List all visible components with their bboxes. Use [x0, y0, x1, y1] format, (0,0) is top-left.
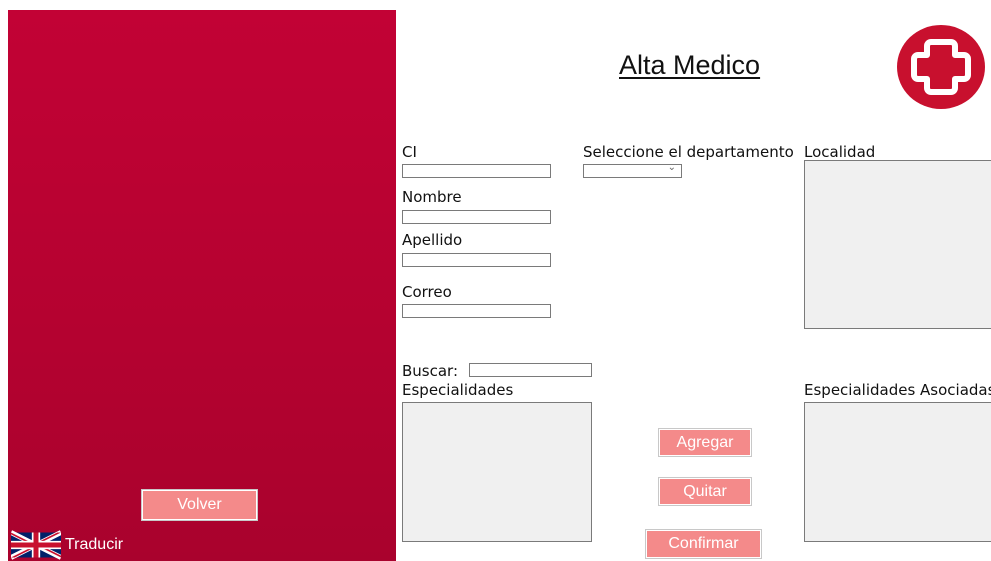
localidad-list[interactable]: [804, 160, 991, 329]
apellido-label: Apellido: [402, 231, 463, 249]
nombre-input[interactable]: [402, 210, 551, 224]
departamento-label: Seleccione el departamento: [583, 143, 794, 161]
ci-input[interactable]: [402, 164, 551, 178]
nombre-label: Nombre: [402, 188, 462, 206]
translate-control[interactable]: [11, 528, 61, 561]
buscar-input[interactable]: [469, 363, 592, 377]
especialidades-list[interactable]: [402, 402, 592, 542]
chevron-down-icon[interactable]: ⌄: [668, 162, 676, 173]
traducir-label[interactable]: Traducir: [65, 536, 123, 554]
medical-cross-logo-icon: [897, 25, 985, 109]
especialidades-asociadas-list[interactable]: [804, 402, 991, 542]
localidad-label: Localidad: [804, 143, 876, 161]
ci-label: CI: [402, 143, 417, 161]
apellido-input[interactable]: [402, 253, 551, 267]
correo-label: Correo: [402, 283, 452, 301]
quitar-button[interactable]: Quitar: [658, 477, 752, 506]
sidebar-panel: [8, 10, 396, 561]
uk-flag-icon[interactable]: [11, 529, 61, 561]
confirmar-button[interactable]: Confirmar: [645, 529, 762, 559]
buscar-label: Buscar:: [402, 362, 459, 380]
agregar-button[interactable]: Agregar: [658, 428, 752, 457]
correo-input[interactable]: [402, 304, 551, 318]
especialidades-asociadas-label: Especialidades Asociadas: [804, 381, 991, 399]
volver-button[interactable]: Volver: [141, 489, 258, 521]
page-title: Alta Medico: [619, 50, 761, 80]
departamento-select[interactable]: ⌄: [583, 162, 682, 178]
especialidades-label: Especialidades: [402, 381, 514, 399]
